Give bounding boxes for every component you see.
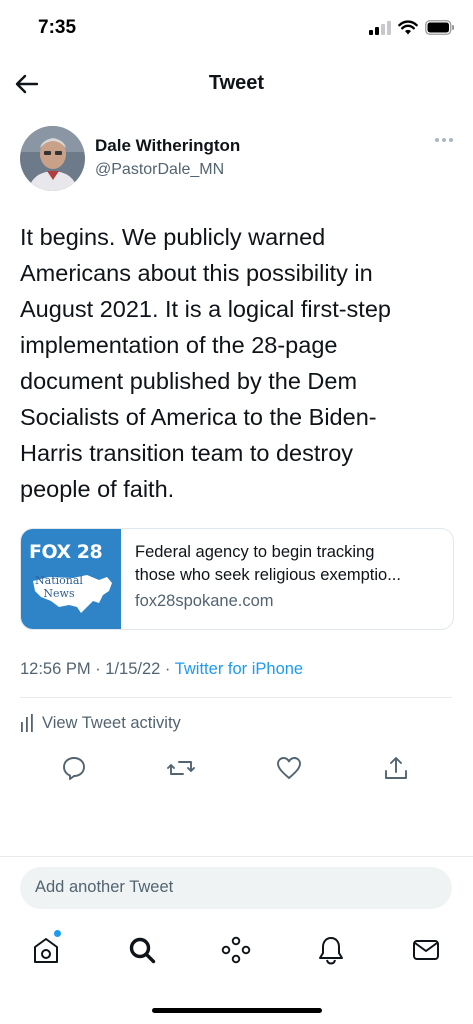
status-icons bbox=[369, 20, 455, 35]
tweet-text-line: It begins. We publicly warned bbox=[20, 224, 326, 250]
link-card-title: Federal agency to begin tracking those w… bbox=[135, 543, 401, 584]
tweet-text-line: Americans about this possibility in bbox=[20, 260, 373, 286]
search-icon bbox=[129, 937, 156, 964]
home-indicator bbox=[152, 1008, 322, 1013]
cellular-signal-icon bbox=[369, 20, 391, 35]
nav-bar: Tweet bbox=[0, 60, 473, 108]
divider bbox=[20, 697, 452, 698]
tweet-text-line: people of faith. bbox=[20, 476, 175, 502]
spaces-icon bbox=[221, 936, 251, 964]
home-icon bbox=[34, 938, 58, 963]
tab-notifications[interactable] bbox=[309, 930, 353, 970]
notification-dot bbox=[54, 930, 61, 937]
divider bbox=[0, 856, 473, 857]
tweet-meta: 12:56 PM · 1/15/22 · Twitter for iPhone bbox=[20, 660, 303, 679]
tweet-text-line: Socialists of America to the Biden- bbox=[20, 404, 377, 430]
tweet-text: It begins. We publicly warned Americans … bbox=[20, 219, 460, 507]
link-card-thumbnail: FOX 28 National News bbox=[21, 529, 121, 629]
tweet-text-line: implementation of the 28-page bbox=[20, 332, 338, 358]
retweet-icon[interactable] bbox=[165, 752, 197, 784]
status-time: 7:35 bbox=[38, 17, 77, 38]
avatar-image bbox=[20, 126, 85, 191]
author-name[interactable]: Dale Witherington bbox=[95, 136, 240, 156]
tab-bar bbox=[0, 930, 473, 974]
status-bar: 7:35 bbox=[0, 0, 473, 60]
activity-label: View Tweet activity bbox=[42, 713, 181, 732]
author-handle[interactable]: @PastorDale_MN bbox=[95, 161, 224, 179]
tweet-text-line: Harris transition team to destroy bbox=[20, 440, 354, 466]
view-tweet-activity-button[interactable]: View Tweet activity bbox=[20, 710, 181, 736]
activity-chart-icon bbox=[21, 714, 33, 732]
link-card[interactable]: FOX 28 National News Federal agency to b… bbox=[20, 528, 454, 630]
tab-spaces[interactable] bbox=[214, 930, 258, 970]
tweet-text-line: document published by the Dem bbox=[20, 368, 358, 394]
reply-icon[interactable] bbox=[58, 752, 90, 784]
fox28-logo: FOX 28 bbox=[29, 541, 103, 563]
wifi-icon bbox=[398, 20, 418, 35]
page-title: Tweet bbox=[208, 72, 265, 94]
tweet-timestamp: 12:56 PM · 1/15/22 · bbox=[20, 660, 175, 678]
share-icon[interactable] bbox=[380, 752, 412, 784]
thumb-subtitle: National News bbox=[35, 574, 83, 600]
tweet-text-line: August 2021. It is a logical first-step bbox=[20, 296, 391, 322]
battery-icon bbox=[425, 20, 454, 35]
tab-messages[interactable] bbox=[404, 930, 448, 970]
tab-home[interactable] bbox=[24, 930, 68, 970]
like-icon[interactable] bbox=[273, 752, 305, 784]
tweet-author: Dale Witherington @PastorDale_MN bbox=[20, 126, 453, 192]
tweet-actions bbox=[20, 752, 452, 784]
tab-search[interactable] bbox=[120, 930, 164, 970]
reply-placeholder: Add another Tweet bbox=[35, 878, 174, 896]
tweet-source-link[interactable]: Twitter for iPhone bbox=[175, 660, 303, 678]
more-options-icon[interactable] bbox=[435, 138, 453, 142]
avatar[interactable] bbox=[20, 126, 85, 191]
notifications-icon bbox=[319, 937, 343, 965]
messages-icon bbox=[413, 940, 439, 960]
add-another-tweet-input[interactable]: Add another Tweet bbox=[20, 867, 452, 909]
link-card-domain: fox28spokane.com bbox=[135, 592, 274, 610]
